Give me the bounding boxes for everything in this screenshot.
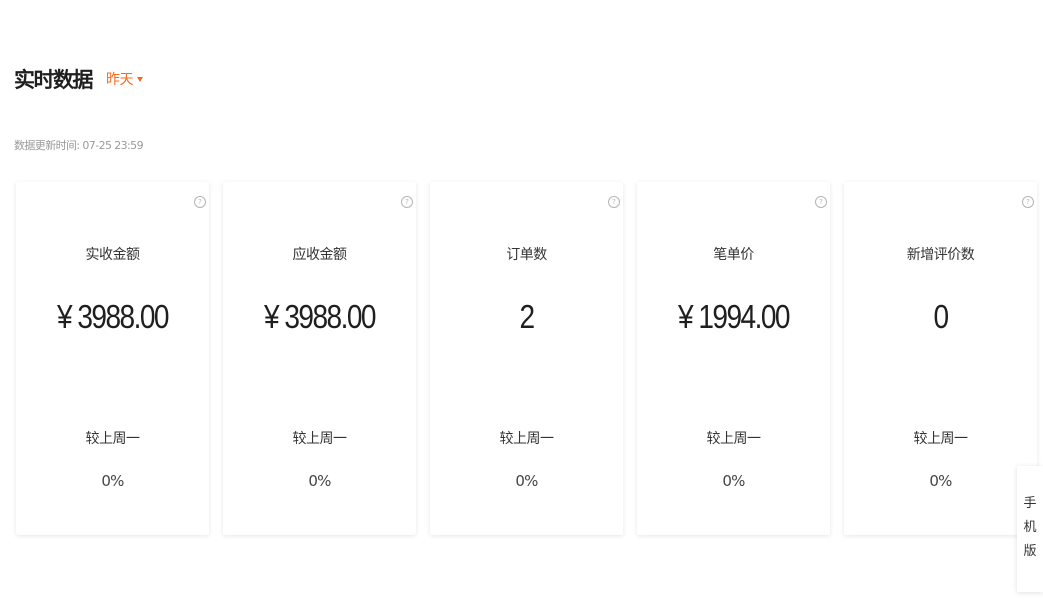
- period-dropdown-label: 昨天: [106, 72, 134, 88]
- compare-label: 较上周一: [85, 431, 141, 447]
- metric-label: 笔单价: [713, 247, 754, 263]
- metric-value: 0: [933, 298, 949, 335]
- metric-value: ¥ 3988.00: [56, 298, 170, 335]
- compare-value: 0%: [929, 472, 952, 490]
- compare-value: 0%: [101, 472, 124, 490]
- section-header: 实时数据 昨天: [14, 64, 143, 94]
- question-circle-icon[interactable]: ?: [1022, 196, 1034, 208]
- caret-down-icon: [137, 76, 143, 82]
- mobile-version-tab[interactable]: 手 机 版: [1017, 466, 1043, 592]
- metric-value: ¥ 1994.00: [677, 298, 791, 335]
- metric-cards: ? 实收金额 ¥ 3988.00 较上周一 0% ? 应收金额 ¥ 3988.0…: [16, 182, 1037, 535]
- compare-value: 0%: [515, 472, 538, 490]
- metric-card-unit-price: ? 笔单价 ¥ 1994.00 较上周一 0%: [637, 182, 830, 535]
- metric-card-order-count: ? 订单数 2 较上周一 0%: [430, 182, 623, 535]
- period-dropdown[interactable]: 昨天: [106, 69, 143, 89]
- question-circle-icon[interactable]: ?: [194, 196, 206, 208]
- mobile-tab-char: 手: [1023, 496, 1037, 511]
- data-updated-time: 数据更新时间: 07-25 23:59: [14, 139, 144, 152]
- metric-label: 新增评价数: [906, 247, 975, 263]
- compare-label: 较上周一: [499, 431, 555, 447]
- compare-label: 较上周一: [706, 431, 762, 447]
- question-circle-icon[interactable]: ?: [608, 196, 620, 208]
- compare-label: 较上周一: [913, 431, 969, 447]
- question-circle-icon[interactable]: ?: [401, 196, 413, 208]
- compare-value: 0%: [722, 472, 745, 490]
- compare-value: 0%: [308, 472, 331, 490]
- metric-card-new-reviews: ? 新增评价数 0 较上周一 0%: [844, 182, 1037, 535]
- page-title: 实时数据: [14, 68, 94, 92]
- mobile-tab-char: 版: [1023, 544, 1037, 559]
- question-circle-icon[interactable]: ?: [815, 196, 827, 208]
- metric-value: ¥ 3988.00: [263, 298, 377, 335]
- realtime-data-page: 实时数据 昨天 数据更新时间: 07-25 23:59 ? 实收金额 ¥ 398…: [0, 0, 1043, 605]
- metric-value: 2: [519, 298, 535, 335]
- compare-label: 较上周一: [292, 431, 348, 447]
- mobile-tab-char: 机: [1023, 520, 1037, 535]
- metric-card-received-amount: ? 实收金额 ¥ 3988.00 较上周一 0%: [16, 182, 209, 535]
- metric-card-receivable-amount: ? 应收金额 ¥ 3988.00 较上周一 0%: [223, 182, 416, 535]
- metric-label: 实收金额: [85, 247, 141, 263]
- metric-label: 订单数: [506, 247, 547, 263]
- metric-label: 应收金额: [292, 247, 348, 263]
